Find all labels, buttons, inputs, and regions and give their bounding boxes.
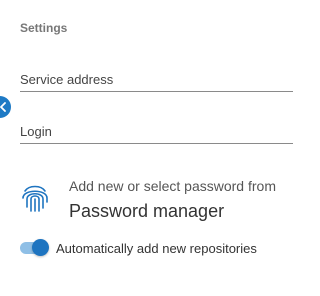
password-manager-link[interactable]: Add new or select password from Password… xyxy=(69,177,276,222)
toggle-knob xyxy=(32,239,49,256)
service-address-input[interactable] xyxy=(20,69,293,89)
settings-title: Settings xyxy=(20,21,68,35)
chevron-left-icon xyxy=(0,102,6,112)
login-field xyxy=(20,121,293,144)
service-address-field xyxy=(20,69,293,92)
expand-panel-button[interactable] xyxy=(0,96,11,118)
fingerprint-icon[interactable] xyxy=(19,182,51,214)
auto-add-label: Automatically add new repositories xyxy=(56,240,257,256)
auto-add-toggle[interactable] xyxy=(20,238,50,258)
password-manager-hint: Add new or select password from xyxy=(69,178,276,194)
auto-add-row: Automatically add new repositories xyxy=(20,238,257,258)
password-manager-label: Password manager xyxy=(69,201,225,221)
login-input[interactable] xyxy=(20,121,293,141)
